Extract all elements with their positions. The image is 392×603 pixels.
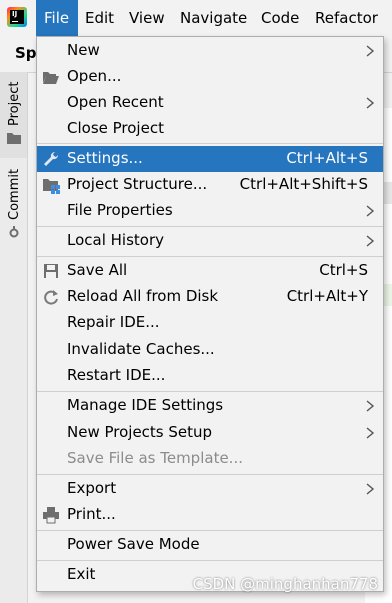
menu-separator <box>37 530 383 531</box>
menu-item-label: Manage IDE Settings <box>67 396 224 414</box>
menu-item-export[interactable]: Export <box>37 476 383 502</box>
chevron-right-icon <box>366 205 375 217</box>
chevron-right-icon <box>366 427 375 439</box>
chevron-right-icon <box>366 483 375 495</box>
chevron-right-icon <box>366 400 375 412</box>
menu-item-open-recent[interactable]: Open Recent <box>37 90 383 116</box>
menu-item-shortcut: Ctrl+Alt+Shift+S <box>239 175 368 193</box>
menu-file-label: File <box>44 9 70 27</box>
menu-separator <box>37 143 383 144</box>
menu-separator <box>37 256 383 257</box>
menu-file[interactable]: File <box>36 0 78 36</box>
menu-item-label: Invalidate Caches... <box>67 340 215 358</box>
menu-item-reload-all[interactable]: Reload All from Disk Ctrl+Alt+Y <box>37 284 383 310</box>
chevron-right-icon <box>366 97 375 109</box>
menu-item-label: Save File as Template... <box>67 449 243 467</box>
menu-navigate-label: Navigate <box>180 9 248 27</box>
menu-item-label: Export <box>67 479 117 497</box>
menu-item-label: New <box>67 41 100 59</box>
menu-separator <box>37 560 383 561</box>
menu-item-new[interactable]: New <box>37 38 383 64</box>
menu-item-save-file-as-template: Save File as Template... <box>37 446 383 472</box>
menu-item-open[interactable]: Open... <box>37 64 383 90</box>
chevron-right-icon <box>366 45 375 57</box>
menu-item-label: Power Save Mode <box>67 535 200 553</box>
menu-item-manage-ide-settings[interactable]: Manage IDE Settings <box>37 393 383 419</box>
menu-code-label: Code <box>261 9 300 27</box>
commit-tool-tab[interactable]: Commit <box>0 158 27 244</box>
menu-bar: IJ File Edit View Navigate Code Refactor <box>0 0 392 36</box>
menu-item-close-project[interactable]: Close Project <box>37 116 383 142</box>
project-tab-label: Project <box>7 81 22 126</box>
menu-code[interactable]: Code <box>261 0 299 36</box>
menu-item-save-all[interactable]: Save All Ctrl+S <box>37 258 383 284</box>
commit-tab-label: Commit <box>7 168 22 220</box>
menu-item-label: Open... <box>67 67 122 85</box>
menu-item-label: Local History <box>67 231 165 249</box>
commit-icon <box>9 226 19 238</box>
menu-item-label: Reload All from Disk <box>67 287 219 305</box>
menu-item-new-projects-setup[interactable]: New Projects Setup <box>37 420 383 446</box>
menu-navigate[interactable]: Navigate <box>180 0 247 36</box>
menu-item-label: Repair IDE... <box>67 313 160 331</box>
menu-item-label: Exit <box>67 565 96 583</box>
menu-item-settings[interactable]: Settings... Ctrl+Alt+S <box>37 146 383 172</box>
menu-item-label: Project Structure... <box>67 175 208 193</box>
tool-window-stripe: Project Commit <box>0 72 28 603</box>
menu-item-shortcut: Ctrl+Alt+S <box>286 149 368 167</box>
menu-separator <box>37 474 383 475</box>
file-menu-dropdown: New Open... Open Recent Close Project Se… <box>36 36 384 592</box>
menu-item-label: Settings... <box>67 149 143 167</box>
menu-separator <box>37 226 383 227</box>
open-folder-icon <box>43 72 59 84</box>
menu-item-label: Print... <box>67 505 116 523</box>
menu-item-local-history[interactable]: Local History <box>37 228 383 254</box>
project-structure-icon <box>43 179 60 194</box>
intellij-logo-icon[interactable]: IJ <box>7 7 27 27</box>
menu-item-repair-ide[interactable]: Repair IDE... <box>37 310 383 336</box>
menu-view-label: View <box>129 9 165 27</box>
menu-item-shortcut: Ctrl+Alt+Y <box>286 287 368 305</box>
watermark-text: CSDN @minghanhan778 <box>192 575 378 593</box>
printer-icon <box>43 507 59 524</box>
menu-item-label: Restart IDE... <box>67 366 166 384</box>
menu-item-label: File Properties <box>67 201 173 219</box>
chevron-right-icon <box>366 235 375 247</box>
project-tool-tab[interactable]: Project <box>0 72 27 158</box>
menu-item-power-save-mode[interactable]: Power Save Mode <box>37 532 383 558</box>
reload-icon <box>44 290 58 305</box>
menu-item-label: Open Recent <box>67 93 164 111</box>
menu-edit[interactable]: Edit <box>85 0 114 36</box>
menu-item-shortcut: Ctrl+S <box>319 261 368 279</box>
menu-item-restart-ide[interactable]: Restart IDE... <box>37 363 383 389</box>
save-icon <box>44 264 58 278</box>
menu-item-file-properties[interactable]: File Properties <box>37 198 383 224</box>
menu-item-label: Close Project <box>67 119 164 137</box>
menu-separator <box>37 391 383 392</box>
menu-item-print[interactable]: Print... <box>37 502 383 528</box>
wrench-icon <box>44 151 59 166</box>
menu-item-label: Save All <box>67 261 128 279</box>
menu-item-invalidate-caches[interactable]: Invalidate Caches... <box>37 337 383 363</box>
menu-refactor[interactable]: Refactor <box>315 0 378 36</box>
menu-edit-label: Edit <box>85 9 115 27</box>
folder-icon <box>7 133 21 144</box>
menu-item-label: New Projects Setup <box>67 423 213 441</box>
menu-refactor-label: Refactor <box>315 9 378 27</box>
menu-item-project-structure[interactable]: Project Structure... Ctrl+Alt+Shift+S <box>37 172 383 198</box>
menu-view[interactable]: View <box>129 0 165 36</box>
